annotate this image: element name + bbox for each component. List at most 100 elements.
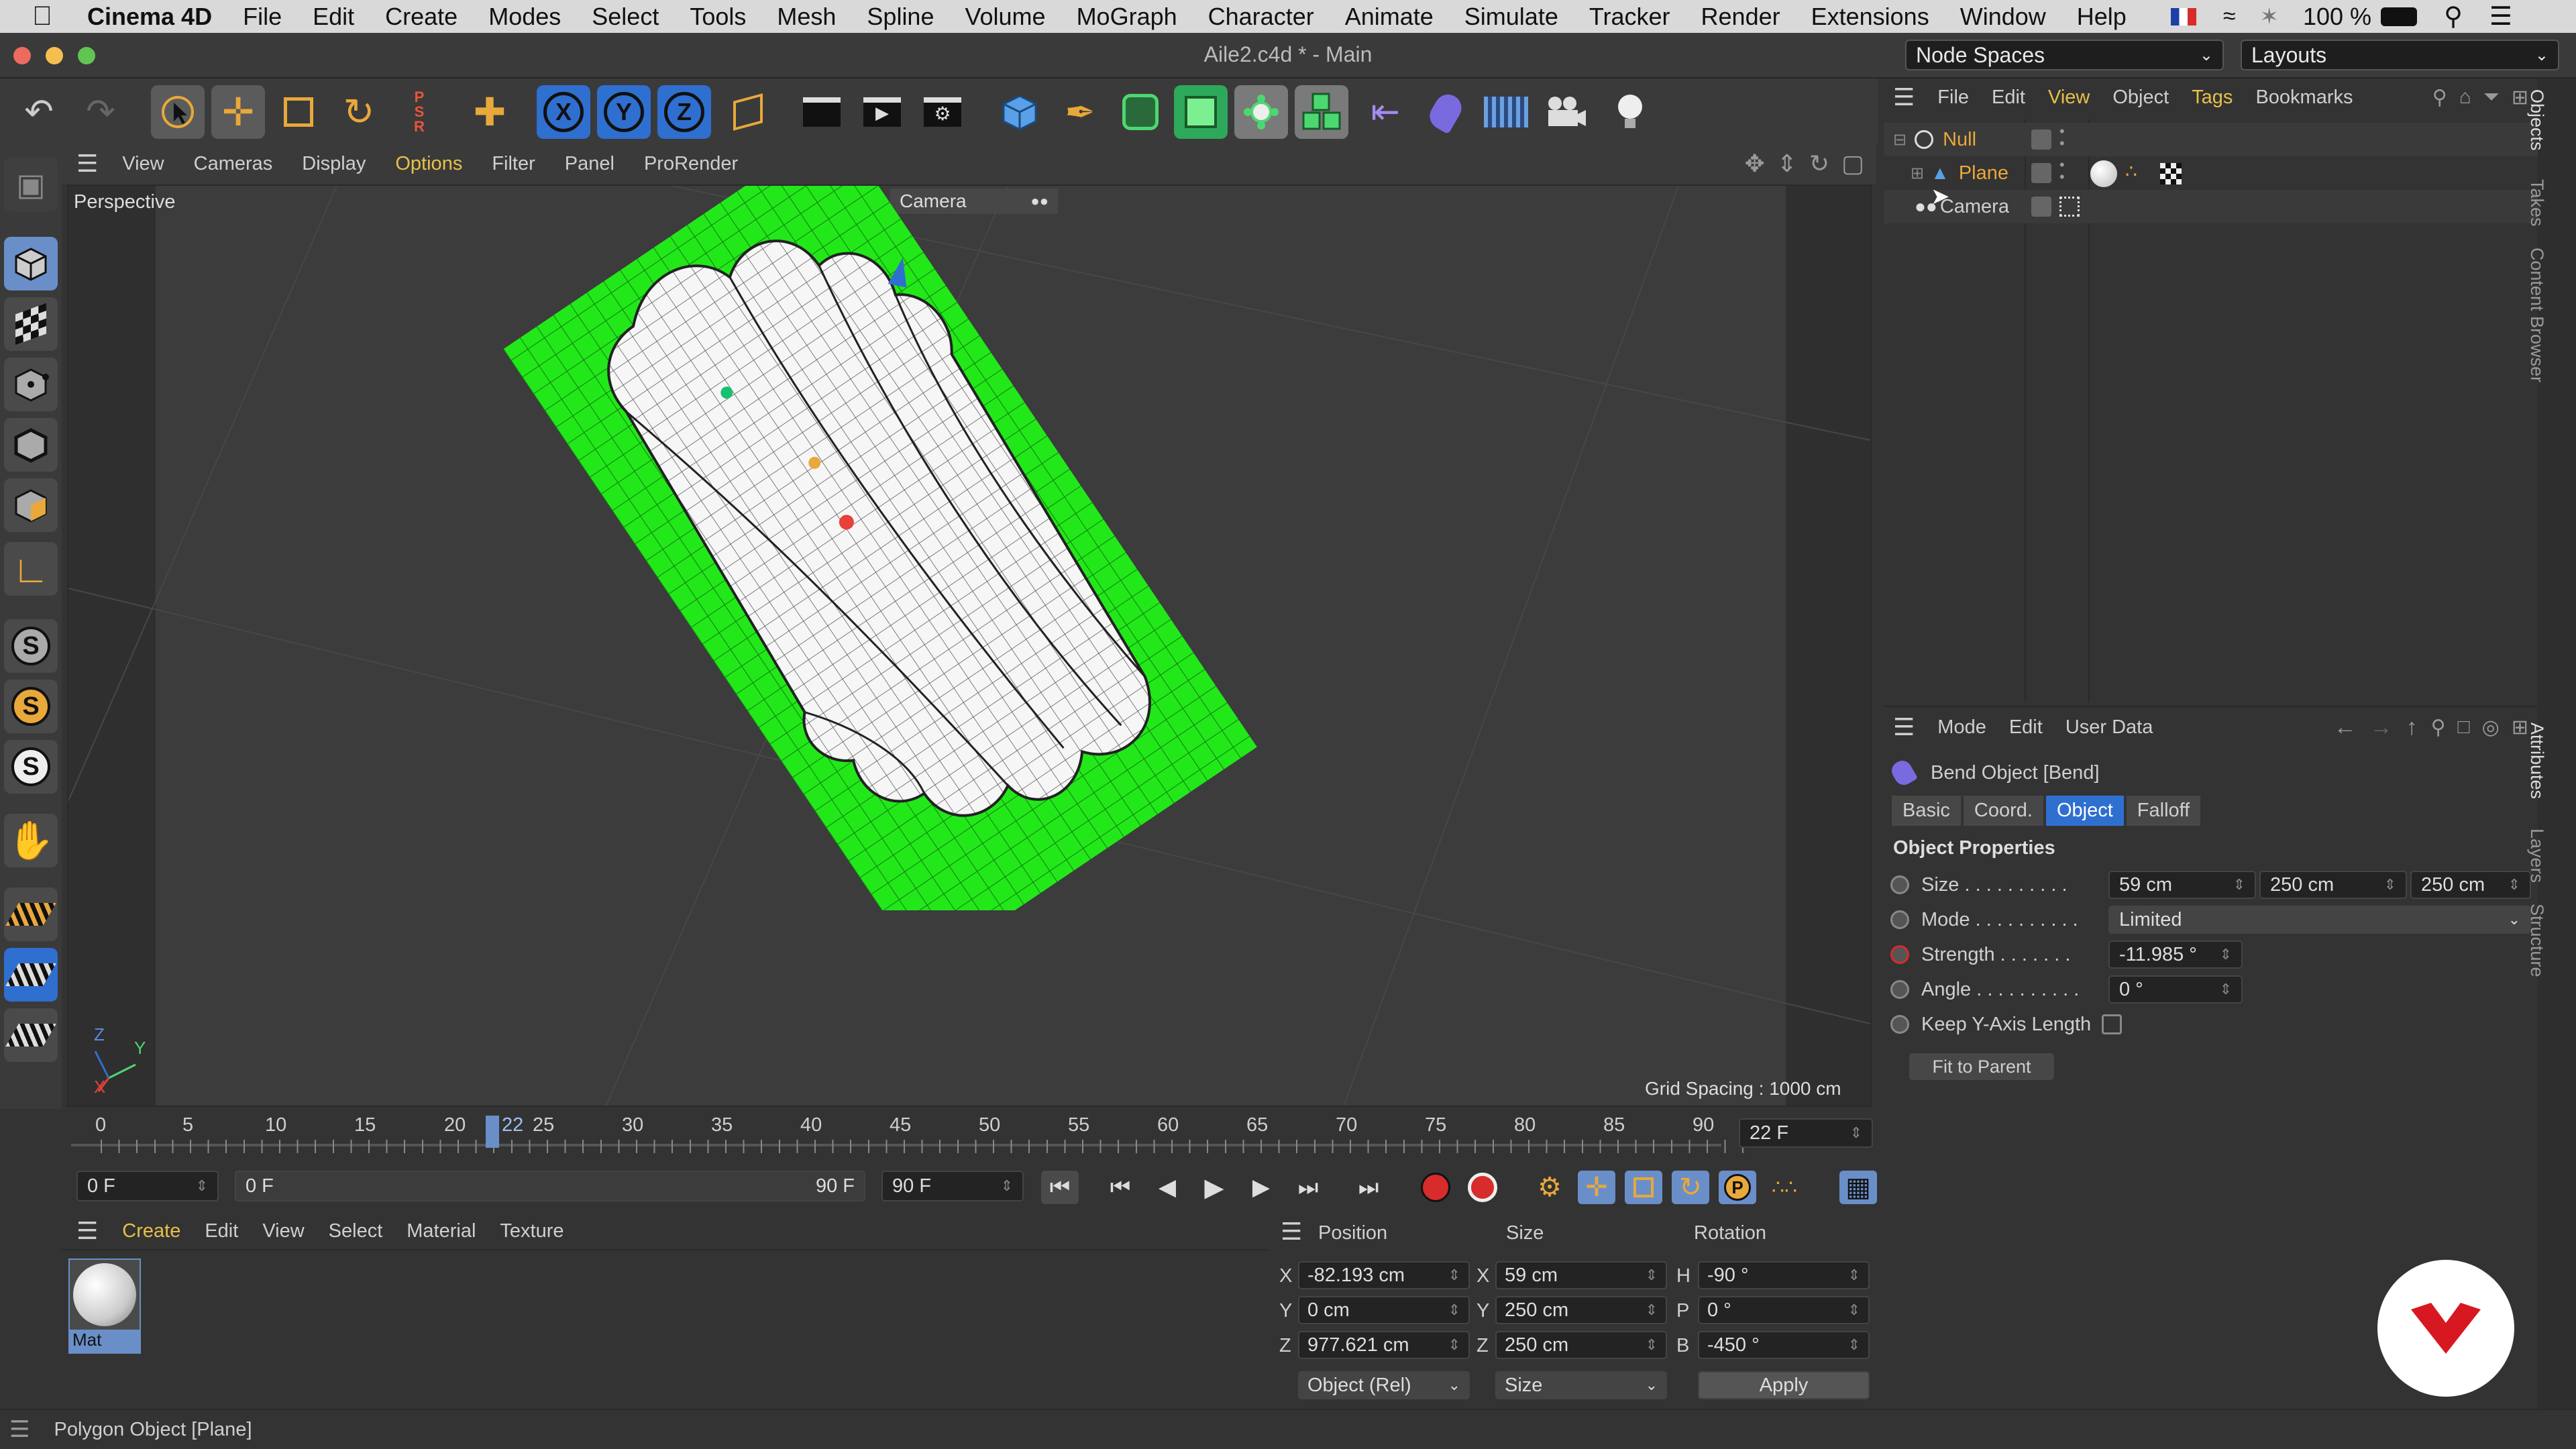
animate-toggle[interactable] [1890,910,1909,929]
render-dots[interactable]: • • [2059,124,2065,151]
rotation-p-field[interactable]: 0 ° ⇕ [1698,1296,1870,1324]
tweak-button[interactable]: ✋ [4,814,58,867]
psr-tool-button[interactable]: PSR [392,85,446,139]
attribute-menu-mode[interactable]: Mode [1937,716,1986,739]
keyframe-selection-button[interactable]: ⚙ [1531,1171,1568,1204]
viewport-rotate-icon[interactable]: ↻ [1809,150,1829,178]
material-menu-view[interactable]: View [262,1220,304,1242]
record-keys-button[interactable] [1417,1171,1454,1204]
camera-object-button[interactable] [1540,85,1593,139]
cube-object-button[interactable] [993,85,1046,139]
fit-to-parent-button[interactable]: Fit to Parent [1909,1053,2054,1080]
size-x-field[interactable]: 59 cm ⇕ [2108,871,2256,899]
locked-workplane-button[interactable] [4,948,58,1002]
redo-button[interactable]: ↷ [74,85,127,139]
menu-simulate[interactable]: Simulate [1464,3,1558,31]
side-tab-attributes[interactable]: Attributes [2526,722,2547,799]
animate-toggle[interactable] [1890,945,1909,964]
filter-icon[interactable]: ⏷ [2483,86,2500,109]
phong-tag-icon[interactable]: ∴ [2125,160,2137,182]
render-picture-viewer-button[interactable]: ▶ [855,85,909,139]
menu-edit[interactable]: Edit [313,3,354,31]
field-object-button[interactable] [1419,85,1472,139]
menu-spline[interactable]: Spline [867,3,934,31]
expand-icon[interactable]: ⊟ [1893,130,1907,150]
flag-icon[interactable] [2170,7,2196,25]
undo-button[interactable]: ↶ [12,85,66,139]
go-to-start-button[interactable]: ⏮ [1041,1171,1079,1204]
tab-object[interactable]: Object [2045,795,2124,826]
object-menu-view[interactable]: View [2048,87,2090,109]
visibility-toggle[interactable] [2031,197,2051,217]
close-window-button[interactable] [13,47,31,64]
viewport-menu-display[interactable]: Display [302,153,366,175]
viewport-move-icon[interactable]: ✥ [1744,150,1764,178]
edges-mode-button[interactable] [4,418,58,472]
menu-mograph[interactable]: MoGraph [1077,3,1177,31]
start-frame-field[interactable]: 0 F ⇕ [76,1171,219,1201]
viewport-menu-panel[interactable]: Panel [565,153,614,175]
position-y-field[interactable]: 0 cm ⇕ [1298,1296,1470,1324]
side-tab-objects[interactable]: Objects [2526,89,2547,151]
menu-render[interactable]: Render [1701,3,1780,31]
previous-frame-button[interactable]: ◀ [1148,1171,1186,1204]
attribute-menu-user-data[interactable]: User Data [2065,716,2153,739]
menu-window[interactable]: Window [1960,3,2046,31]
protection-tag-icon[interactable] [2059,197,2080,217]
bluetooth-icon[interactable]: ✶ [2259,3,2279,30]
menu-select[interactable]: Select [592,3,659,31]
object-row-null[interactable]: ⊟ Null • • [1884,123,2538,156]
expand-icon[interactable]: ⊞ [1911,164,1924,183]
object-name[interactable]: Camera [1940,196,2009,218]
object-menu-tags[interactable]: Tags [2192,87,2233,109]
snap-settings-button[interactable]: S [4,680,58,733]
visibility-toggle[interactable] [2031,163,2051,183]
animate-toggle[interactable] [1890,1015,1909,1034]
timeline-ruler[interactable]: 0 5 10 15 20 25 30 35 40 45 50 55 60 65 … [62,1110,1876,1163]
rotate-tool-button[interactable]: ↻ [332,85,386,139]
object-menu-file[interactable]: File [1937,87,1969,109]
axis-x-button[interactable]: X [537,85,590,139]
strength-field[interactable]: -11.985 ° ⇕ [2108,941,2243,969]
texture-mode-button[interactable] [4,297,58,351]
axis-y-button[interactable]: Y [597,85,651,139]
keep-y-checkbox[interactable] [2102,1014,2123,1034]
material-swatch[interactable]: Mat [68,1258,141,1354]
go-to-end-button[interactable]: ⏭ [1350,1171,1387,1204]
plane-object[interactable] [498,186,1263,910]
tab-coord[interactable]: Coord. [1963,795,2043,826]
pen-spline-button[interactable]: ✒ [1053,85,1107,139]
node-spaces-dropdown[interactable]: Node Spaces ⌄ [1905,40,2224,70]
side-tab-content-browser[interactable]: Content Browser [2526,248,2547,382]
scale-tool-button[interactable] [272,85,325,139]
layouts-dropdown[interactable]: Layouts ⌄ [2241,40,2559,70]
angle-field[interactable]: 0 ° ⇕ [2108,975,2243,1004]
viewport-zoom-icon[interactable]: ⇕ [1777,150,1797,178]
search-icon[interactable]: ⚲ [2432,86,2447,109]
object-menu-bookmarks[interactable]: Bookmarks [2255,87,2353,109]
make-editable-button[interactable]: ▣ [4,158,58,211]
target-icon[interactable]: ◎ [2482,716,2500,739]
perspective-viewport[interactable]: Perspective Camera ●● Z Y X Grid Spacing… [67,184,1872,1107]
frame-range-slider[interactable]: 0 F 90 F [235,1171,865,1201]
coord-menu-icon[interactable]: ☰ [1281,1218,1302,1246]
position-z-field[interactable]: 977.621 cm ⇕ [1298,1331,1470,1359]
size-z-field[interactable]: 250 cm ⇕ [2410,871,2531,899]
menu-animate[interactable]: Animate [1345,3,1434,31]
viewport-maximize-icon[interactable]: ▢ [1841,150,1864,178]
rotation-b-field[interactable]: -450 ° ⇕ [1698,1331,1870,1359]
zoom-window-button[interactable] [78,47,95,64]
back-arrow-icon[interactable]: ← [2334,714,2357,741]
autokey-button[interactable] [1464,1171,1501,1204]
workplane-button[interactable] [4,888,58,941]
animate-toggle[interactable] [1890,875,1909,894]
cloner-button[interactable] [1234,85,1288,139]
menu-modes[interactable]: Modes [488,3,561,31]
battery-icon[interactable] [2381,7,2418,26]
move-tool-button[interactable]: ✛ [211,85,265,139]
rotation-h-field[interactable]: -90 ° ⇕ [1698,1261,1870,1289]
quantize-button[interactable]: S [4,740,58,794]
axis-mode-button[interactable]: ∟ [4,542,58,596]
axis-z-button[interactable]: Z [657,85,711,139]
render-dots[interactable]: • • [2059,158,2065,184]
